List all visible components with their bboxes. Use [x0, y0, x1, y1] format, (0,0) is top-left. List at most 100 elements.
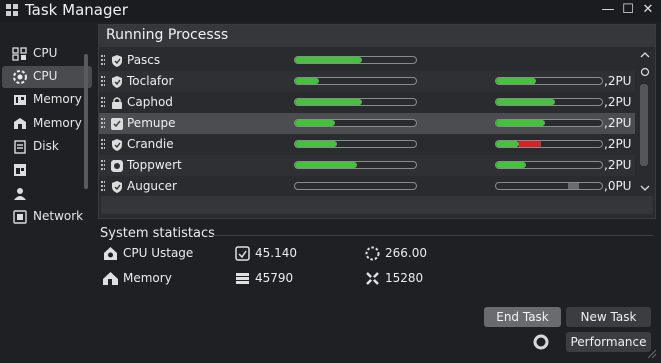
stat-label: CPU Ustage	[123, 246, 194, 260]
shield-icon	[110, 74, 124, 88]
process-row[interactable]: Caphod ,2PU	[99, 92, 635, 113]
drag-handle-icon[interactable]	[101, 97, 105, 108]
resize-grip-icon[interactable]	[645, 344, 657, 359]
process-name: Augucer	[127, 179, 177, 193]
process-unit: ,2PU	[604, 137, 632, 151]
memory-usage-bar	[495, 182, 603, 190]
sidebar-item-cpu[interactable]: CPU	[2, 43, 92, 65]
close-button[interactable]: ✕	[640, 2, 656, 17]
sidebar-scrollbar[interactable]	[84, 54, 88, 189]
sidebar-item-label: CPU	[33, 69, 58, 83]
process-unit: ,2PU	[604, 74, 632, 88]
process-name: Crandie	[127, 137, 174, 151]
drag-handle-icon[interactable]	[101, 76, 105, 87]
maximize-button[interactable]: ☐	[620, 2, 636, 17]
network-x-icon	[364, 270, 381, 287]
new-task-button[interactable]: New Task	[566, 307, 651, 327]
drag-handle-icon[interactable]	[101, 160, 105, 171]
shield-icon	[110, 53, 124, 67]
sidebar-item-label: Disk	[33, 139, 59, 153]
process-row[interactable]: Toppwert ,2PU	[99, 155, 635, 176]
memory-usage-bar	[495, 119, 603, 127]
process-row[interactable]: Pascs	[99, 50, 635, 71]
network-icon	[12, 209, 28, 225]
scroll-thumb[interactable]	[640, 84, 648, 166]
memory-usage-bar	[495, 98, 603, 106]
process-unit: ,0PU	[604, 179, 632, 193]
stat-value: 15280	[385, 271, 424, 285]
panel-title: Running Processs	[106, 27, 229, 43]
stat-value: 266.00	[385, 246, 427, 260]
process-name: Toclafor	[127, 74, 174, 88]
stat-value: 45790	[255, 271, 294, 285]
spinner-icon	[364, 245, 381, 262]
drag-handle-icon[interactable]	[101, 181, 105, 192]
drag-handle-icon[interactable]	[101, 139, 105, 150]
shield-icon	[110, 137, 124, 151]
memory-usage-bar	[495, 140, 603, 148]
drag-handle-icon[interactable]	[101, 55, 105, 66]
shield-icon	[110, 179, 124, 193]
vertical-scrollbar[interactable]	[637, 50, 653, 194]
stat-value: 45.140	[255, 246, 297, 260]
cpu-usage-bar	[294, 161, 417, 169]
process-unit: ,2PU	[604, 95, 632, 109]
cpu-usage-bar	[294, 56, 417, 64]
stats-divider	[213, 235, 653, 236]
sidebar-item-label: Network	[33, 209, 84, 223]
performance-button[interactable]: Performance	[566, 332, 651, 352]
cpu-usage-bar	[294, 77, 417, 85]
window-title: Task Manager	[25, 1, 128, 19]
sidebar-item-layout[interactable]	[2, 159, 92, 181]
sidebar-item-memory[interactable]: Memory	[2, 89, 92, 111]
process-name: Pascs	[127, 53, 161, 67]
process-name: Caphod	[127, 95, 173, 109]
drag-handle-icon[interactable]	[101, 118, 105, 129]
sidebar-item-memory-2[interactable]: Memory	[2, 113, 92, 135]
title-bar: Task Manager — ☐ ✕	[0, 0, 661, 22]
process-row[interactable]: Augucer ,0PU	[99, 176, 635, 197]
sidebar-item-label: Memory	[33, 116, 82, 130]
disk-icon	[12, 139, 28, 155]
process-unit: ,2PU	[604, 116, 632, 130]
sidebar-item-users[interactable]	[2, 183, 92, 205]
memory-puzzle-icon	[12, 116, 28, 132]
sidebar: CPU CPU Memory Memory Disk Network	[0, 40, 95, 360]
process-panel: Running Processs Pascs Toclafor ,2PU Caphod…	[98, 24, 656, 219]
cpu-usage-bar	[294, 140, 417, 148]
layout-icon	[12, 162, 28, 178]
minimize-button[interactable]: —	[600, 2, 616, 17]
cpu-chip-icon	[12, 46, 28, 62]
lock-icon	[110, 95, 124, 109]
checkbox-icon	[110, 116, 124, 130]
cpu-gear-icon	[12, 69, 28, 85]
sidebar-item-network[interactable]: Network	[2, 206, 92, 228]
process-row[interactable]: Toclafor ,2PU	[99, 71, 635, 92]
end-task-button[interactable]: End Task	[484, 307, 561, 327]
tag-icon	[110, 158, 124, 172]
process-name: Pemupe	[127, 116, 176, 130]
cpu-usage-bar	[294, 119, 417, 127]
panel-header: Running Processs	[99, 25, 655, 47]
memory-usage-bar	[495, 77, 603, 85]
database-icon	[234, 270, 251, 287]
app-grid-icon	[6, 4, 19, 17]
sidebar-item-label: CPU	[33, 46, 58, 60]
process-row[interactable]: Pemupe ,2PU	[99, 113, 635, 134]
cpu-usage-icon	[102, 245, 119, 262]
performance-ring-icon	[532, 333, 550, 351]
process-row[interactable]: Crandie ,2PU	[99, 134, 635, 155]
sidebar-item-cpu-active[interactable]: CPU	[2, 66, 92, 88]
clipboard-icon	[234, 245, 251, 262]
stats-title: System statistacs	[100, 226, 215, 241]
memory-icon	[12, 92, 28, 108]
memory-home-icon	[102, 270, 119, 287]
process-name: Toppwert	[127, 158, 182, 172]
users-icon	[12, 186, 28, 202]
sidebar-item-label: Memory	[33, 92, 82, 106]
cpu-usage-bar	[294, 182, 417, 190]
sidebar-item-disk[interactable]: Disk	[2, 136, 92, 158]
stat-label: Memory	[123, 271, 172, 285]
horizontal-scrollbar[interactable]	[101, 196, 653, 214]
process-unit: ,2PU	[604, 158, 632, 172]
